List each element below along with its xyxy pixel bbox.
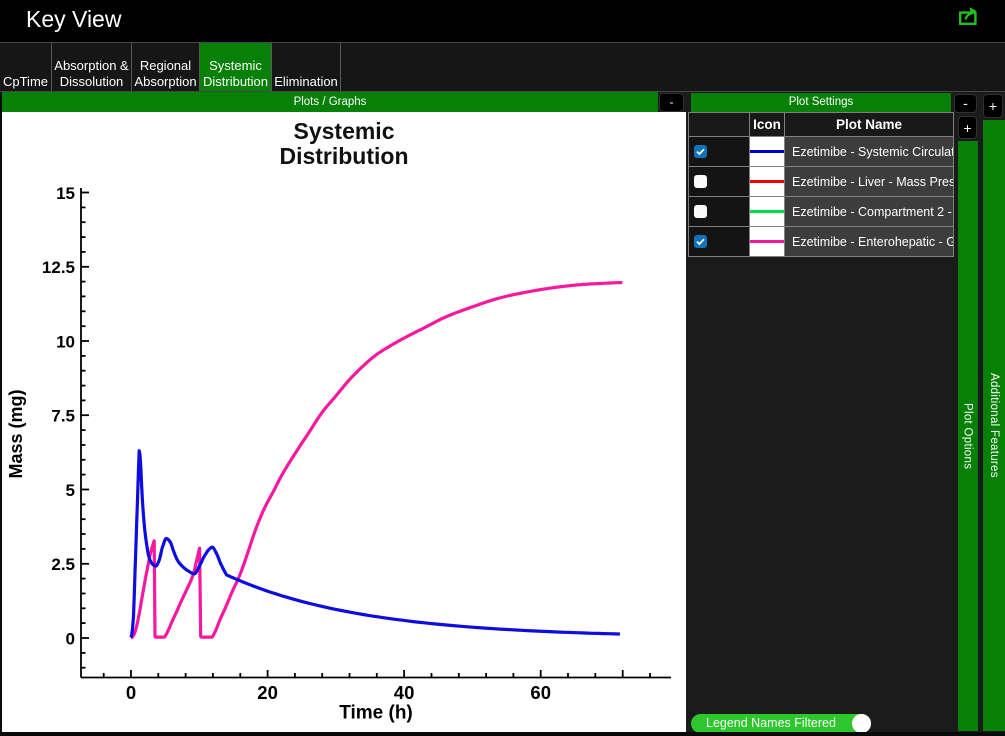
svg-text:0: 0	[126, 682, 136, 703]
svg-text:Time (h): Time (h)	[339, 703, 413, 724]
svg-text:7.5: 7.5	[51, 407, 75, 426]
svg-text:2.5: 2.5	[51, 555, 75, 574]
svg-text:20: 20	[257, 682, 278, 703]
svg-text:5: 5	[66, 481, 75, 500]
svg-text:0: 0	[66, 629, 75, 648]
svg-text:15: 15	[56, 184, 75, 203]
svg-text:12.5: 12.5	[42, 258, 75, 277]
svg-text:10: 10	[56, 332, 75, 351]
svg-text:Distribution: Distribution	[279, 143, 408, 169]
svg-text:40: 40	[394, 682, 415, 703]
svg-text:Systemic: Systemic	[293, 118, 394, 144]
svg-text:60: 60	[530, 682, 551, 703]
svg-text:Mass (mg): Mass (mg)	[6, 389, 26, 478]
